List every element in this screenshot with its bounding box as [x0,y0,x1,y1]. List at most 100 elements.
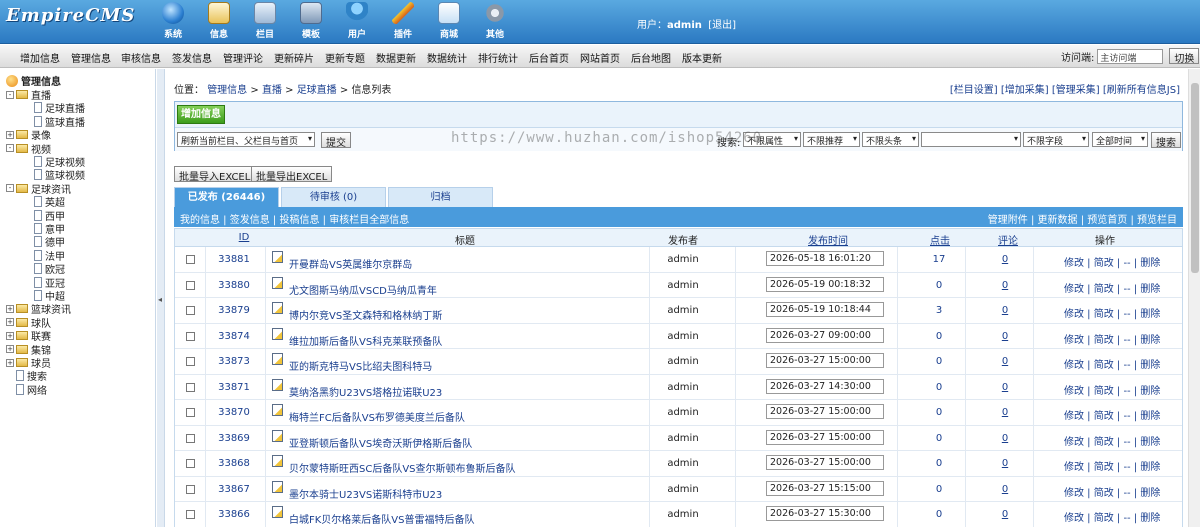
menu-data-stats[interactable]: 数据统计 [427,50,467,65]
row-time-input[interactable]: 2026-03-27 15:00:00 [766,404,884,419]
link-add-collect[interactable]: [增加采集] [1001,85,1049,96]
row-comments[interactable]: 0 [985,407,1025,418]
row-id[interactable]: 33866 [205,509,263,520]
row-time-input[interactable]: 2026-03-27 15:00:00 [766,455,884,470]
menu-update-topics[interactable]: 更新专题 [325,50,365,65]
row-time-input[interactable]: 2026-03-27 15:30:00 [766,506,884,521]
submit-button[interactable]: 提交 [321,132,351,149]
link-column-settings[interactable]: [栏目设置] [950,85,998,96]
row-time-input[interactable]: 2026-03-27 14:30:00 [766,378,884,394]
menu-manage-comments[interactable]: 管理评论 [223,50,263,65]
sidebar-item[interactable]: - 直播 [6,88,51,102]
menu-sign-info[interactable]: 签发信息 [172,50,212,65]
import-excel-button[interactable]: 批量导入EXCEL [174,166,256,183]
row-id[interactable]: 33874 [205,331,263,342]
sidebar-item[interactable]: 篮球直播 [34,115,85,129]
logout-link[interactable]: [退出] [708,20,736,31]
col-id[interactable]: ID [215,232,273,243]
expand-icon[interactable]: + [6,331,14,340]
expand-icon[interactable]: + [6,358,14,367]
row-checkbox[interactable] [186,459,195,468]
sidebar-item[interactable]: 英超 [34,195,65,209]
row-actions[interactable]: 修改 | 简改 | -- | 删除 [1064,433,1160,448]
menu-add-info[interactable]: 增加信息 [20,50,60,65]
row-comments[interactable]: 0 [985,280,1025,291]
row-title[interactable]: 亚的斯克特马VS比绍夫图科特马 [289,358,432,373]
nav-column[interactable]: 栏目 [242,0,288,44]
row-actions[interactable]: 修改 | 简改 | -- | 删除 [1064,331,1160,346]
row-time-input[interactable]: 2026-05-18 16:01:20 [766,251,884,266]
row-title[interactable]: 维拉加斯后备队VS科克莱联预备队 [289,333,442,348]
filter-time[interactable]: 全部时间 [1092,132,1148,147]
row-id[interactable]: 33870 [205,407,263,418]
row-checkbox[interactable] [186,510,195,519]
link-submit-info[interactable]: 投稿信息 [279,215,319,226]
row-time-input[interactable]: 2026-03-27 15:00:00 [766,429,884,445]
link-my-info[interactable]: 我的信息 [180,215,220,226]
row-title[interactable]: 博内尔竞VS圣文森特和格林纳丁斯 [289,307,442,322]
row-comments[interactable]: 0 [985,484,1025,495]
row-checkbox[interactable] [186,484,195,494]
row-title[interactable]: 尤文图斯马纳瓜VSCD马纳瓜青年 [289,282,437,297]
row-title[interactable]: 梅特兰FC后备队VS布罗德美度兰后备队 [289,409,465,424]
link-manage-attachments[interactable]: 管理附件 [988,215,1028,226]
collapse-icon[interactable]: - [6,90,14,99]
row-title[interactable]: 墨尔本骑士U23VS诺斯科特市U23 [289,486,442,501]
row-comments[interactable]: 0 [985,509,1025,520]
nav-template[interactable]: 模板 [288,0,334,44]
collapse-icon[interactable]: - [6,184,14,193]
expand-icon[interactable]: + [6,304,14,313]
sidebar-item[interactable]: 搜索 [6,369,47,383]
row-actions[interactable]: 修改 | 简改 | -- | 删除 [1064,305,1160,320]
sidebar-item[interactable]: 德甲 [34,235,65,249]
sidebar-item[interactable]: 足球直播 [34,101,85,115]
visit-select[interactable]: 主访问端 [1097,48,1164,64]
link-review-all[interactable]: 审核栏目全部信息 [329,215,409,226]
scrollbar-thumb[interactable] [1191,83,1199,273]
sidebar-item[interactable]: 意甲 [34,222,65,236]
expand-icon[interactable]: + [6,130,14,139]
menu-admin-map[interactable]: 后台地图 [631,50,671,65]
row-actions[interactable]: 修改 | 简改 | -- | 删除 [1064,280,1160,295]
row-actions[interactable]: 修改 | 简改 | -- | 删除 [1064,509,1160,524]
row-actions[interactable]: 修改 | 简改 | -- | 删除 [1064,382,1160,397]
menu-site-home[interactable]: 网站首页 [580,50,620,65]
row-id[interactable]: 33868 [205,458,263,469]
row-time-input[interactable]: 2026-03-27 15:00:00 [766,353,884,368]
row-checkbox[interactable] [186,255,195,264]
row-checkbox[interactable] [186,408,195,417]
nav-shop[interactable]: 商城 [426,0,472,44]
row-id[interactable]: 33881 [205,254,263,265]
col-time[interactable]: 发布时间 [773,232,883,247]
page-scrollbar[interactable] [1188,69,1200,527]
row-checkbox[interactable] [186,331,195,341]
row-comments[interactable]: 0 [985,356,1025,367]
row-time-input[interactable]: 2026-05-19 10:18:44 [766,302,884,317]
tab-published[interactable]: 已发布 (26446) [174,187,279,207]
row-comments[interactable]: 0 [985,305,1025,316]
row-title[interactable]: 白城FK贝尔格莱后备队VS普雷福特后备队 [289,511,475,526]
menu-data-update[interactable]: 数据更新 [376,50,416,65]
menu-manage-info[interactable]: 管理信息 [71,50,111,65]
nav-user[interactable]: 用户 [334,0,380,44]
export-excel-button[interactable]: 批量导出EXCEL [251,166,333,183]
row-checkbox[interactable] [186,306,195,315]
expand-icon[interactable]: + [6,345,14,354]
row-comments[interactable]: 0 [985,458,1025,469]
col-clicks[interactable]: 点击 [915,232,965,247]
row-actions[interactable]: 修改 | 简改 | -- | 删除 [1064,484,1160,499]
filter-recommend[interactable]: 不限推荐 [803,132,860,147]
search-input[interactable] [921,132,1021,147]
link-preview-column[interactable]: 预览栏目 [1137,215,1177,226]
row-actions[interactable]: 修改 | 简改 | -- | 删除 [1064,356,1160,371]
crumb-live[interactable]: 直播 [262,85,282,96]
filter-field[interactable]: 不限字段 [1023,132,1089,147]
row-checkbox[interactable] [186,357,195,366]
crumb-football-live[interactable]: 足球直播 [297,85,337,96]
search-button[interactable]: 搜索 [1151,132,1181,149]
link-update-data[interactable]: 更新数据 [1038,215,1078,226]
menu-admin-home[interactable]: 后台首页 [529,50,569,65]
row-id[interactable]: 33879 [205,305,263,316]
sidebar-item[interactable]: + 集锦 [6,343,51,357]
sidebar-item[interactable]: 足球视频 [34,155,85,169]
